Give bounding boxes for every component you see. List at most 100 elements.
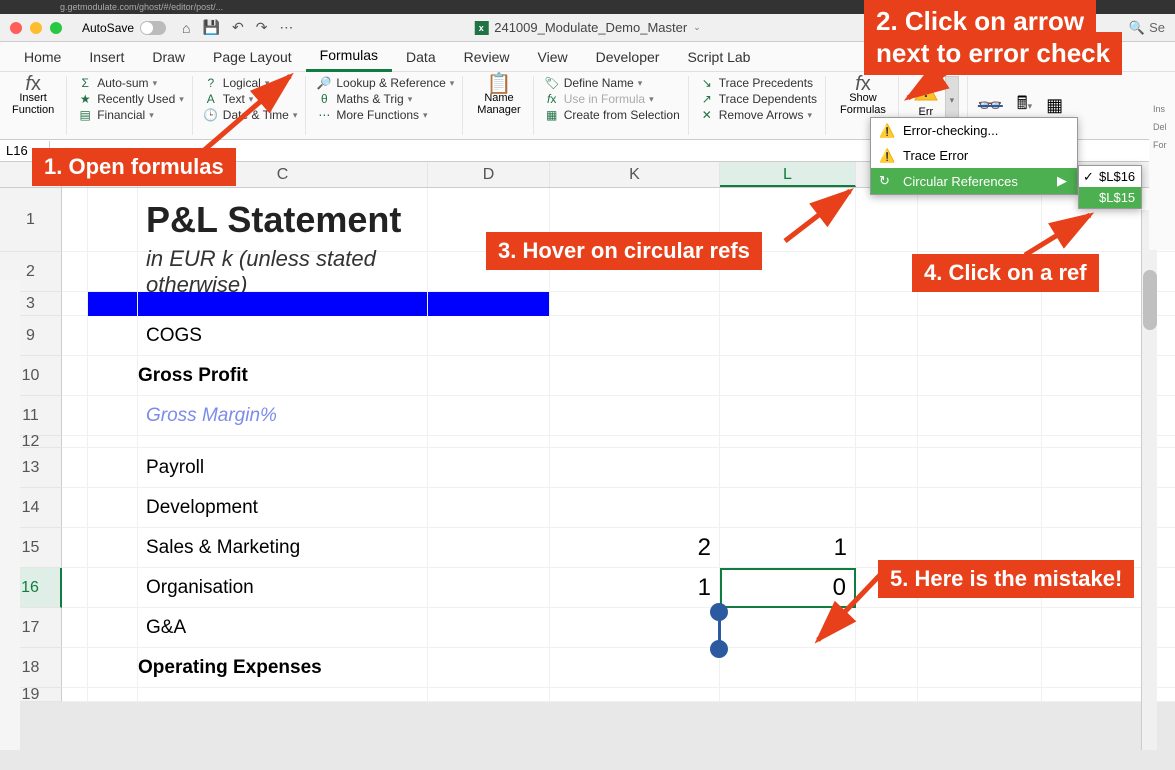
cell-L9[interactable] bbox=[720, 316, 856, 356]
calculation-options-icon[interactable]: 🖩▾ bbox=[1017, 91, 1032, 121]
cell-C14[interactable]: Development bbox=[138, 488, 428, 528]
more-functions-button[interactable]: ⋯More Functions▾ bbox=[316, 108, 454, 122]
cell-B13[interactable] bbox=[88, 448, 138, 488]
col-header-K[interactable]: K bbox=[550, 162, 720, 187]
remove-arrows-button[interactable]: ✕Remove Arrows▾ bbox=[699, 108, 817, 122]
watch-window-icon[interactable]: 👓 bbox=[978, 93, 1003, 118]
vertical-scrollbar[interactable] bbox=[1141, 210, 1157, 750]
financial-button[interactable]: ▤Financial▾ bbox=[77, 108, 184, 122]
cell-C13[interactable]: Payroll bbox=[138, 448, 428, 488]
cell-O13[interactable] bbox=[1042, 448, 1154, 488]
cell-A18[interactable] bbox=[62, 648, 88, 688]
document-title[interactable]: x 241009_Modulate_Demo_Master ⌄ bbox=[474, 20, 701, 35]
cell-O9[interactable] bbox=[1042, 316, 1154, 356]
col-header-L[interactable]: L bbox=[720, 162, 856, 187]
cell-A15[interactable] bbox=[62, 528, 88, 568]
close-window-button[interactable] bbox=[10, 22, 22, 34]
lookup-ref-button[interactable]: 🔎Lookup & Reference▾ bbox=[316, 76, 454, 90]
cell-D9[interactable] bbox=[428, 316, 550, 356]
cell-C9[interactable]: COGS bbox=[138, 316, 428, 356]
insert-function-button[interactable]: fx Insert Function bbox=[8, 76, 58, 118]
cell-A3[interactable] bbox=[62, 292, 88, 316]
cell-D13[interactable] bbox=[428, 448, 550, 488]
cell-L3[interactable] bbox=[720, 292, 856, 316]
cell-M2[interactable] bbox=[856, 252, 918, 292]
cell-K19[interactable] bbox=[550, 688, 720, 702]
cell-O14[interactable] bbox=[1042, 488, 1154, 528]
scroll-thumb[interactable] bbox=[1143, 270, 1157, 330]
tab-script-lab[interactable]: Script Lab bbox=[673, 43, 764, 71]
tab-view[interactable]: View bbox=[524, 43, 582, 71]
home-icon[interactable]: ⌂ bbox=[182, 20, 190, 36]
save-icon[interactable]: 💾 bbox=[203, 19, 220, 36]
cell-N3[interactable] bbox=[918, 292, 1042, 316]
show-formulas-button[interactable]: fx Show Formulas bbox=[836, 76, 890, 118]
cell-B15[interactable] bbox=[88, 528, 138, 568]
cell-B10[interactable] bbox=[88, 356, 138, 396]
cell-N12[interactable] bbox=[918, 436, 1042, 448]
tab-home[interactable]: Home bbox=[10, 43, 75, 71]
cell-C1[interactable]: P&L Statement bbox=[138, 188, 428, 252]
cell-M14[interactable] bbox=[856, 488, 918, 528]
cell-B16[interactable] bbox=[88, 568, 138, 608]
cell-M19[interactable] bbox=[856, 688, 918, 702]
cell-D18[interactable] bbox=[428, 648, 550, 688]
cell-A19[interactable] bbox=[62, 688, 88, 702]
cell-O3[interactable] bbox=[1042, 292, 1154, 316]
cell-M3[interactable] bbox=[856, 292, 918, 316]
cell-O11[interactable] bbox=[1042, 396, 1154, 436]
cell-A16[interactable] bbox=[62, 568, 88, 608]
cell-A14[interactable] bbox=[62, 488, 88, 528]
ref-item-L16[interactable]: $L$16 bbox=[1079, 166, 1141, 187]
cell-M1[interactable] bbox=[856, 188, 918, 252]
cell-M13[interactable] bbox=[856, 448, 918, 488]
cell-K18[interactable] bbox=[550, 648, 720, 688]
cell-L18[interactable] bbox=[720, 648, 856, 688]
cell-N14[interactable] bbox=[918, 488, 1042, 528]
cell-D19[interactable] bbox=[428, 688, 550, 702]
cell-C2[interactable]: in EUR k (unless stated otherwise) bbox=[138, 252, 428, 292]
cell-A2[interactable] bbox=[62, 252, 88, 292]
cell-B18[interactable] bbox=[88, 648, 138, 688]
cell-D17[interactable] bbox=[428, 608, 550, 648]
undo-icon[interactable]: ↶ bbox=[232, 19, 244, 36]
create-from-selection-button[interactable]: ▦Create from Selection bbox=[544, 108, 680, 122]
cell-N11[interactable] bbox=[918, 396, 1042, 436]
tab-developer[interactable]: Developer bbox=[582, 43, 674, 71]
tab-draw[interactable]: Draw bbox=[138, 43, 199, 71]
minimize-window-button[interactable] bbox=[30, 22, 42, 34]
cell-B9[interactable] bbox=[88, 316, 138, 356]
maximize-window-button[interactable] bbox=[50, 22, 62, 34]
cell-O12[interactable] bbox=[1042, 436, 1154, 448]
cell-C16[interactable]: Organisation bbox=[138, 568, 428, 608]
trace-dependents-button[interactable]: ↗Trace Dependents bbox=[699, 92, 817, 106]
cell-L11[interactable] bbox=[720, 396, 856, 436]
tab-formulas[interactable]: Formulas bbox=[306, 41, 392, 72]
cell-A9[interactable] bbox=[62, 316, 88, 356]
more-icon[interactable]: ⋯ bbox=[279, 19, 293, 36]
cell-B3[interactable] bbox=[88, 292, 138, 316]
cell-N10[interactable] bbox=[918, 356, 1042, 396]
menu-trace-error[interactable]: ⚠️ Trace Error bbox=[871, 143, 1077, 168]
maths-trig-button[interactable]: θMaths & Trig▾ bbox=[316, 92, 454, 106]
cell-N13[interactable] bbox=[918, 448, 1042, 488]
cell-C11[interactable]: Gross Margin% bbox=[138, 396, 428, 436]
cell-D10[interactable] bbox=[428, 356, 550, 396]
cell-B12[interactable] bbox=[88, 436, 138, 448]
cell-K16[interactable]: 1 bbox=[550, 568, 720, 608]
cell-K9[interactable] bbox=[550, 316, 720, 356]
cell-D15[interactable] bbox=[428, 528, 550, 568]
cell-C17[interactable]: G&A bbox=[138, 608, 428, 648]
cell-M12[interactable] bbox=[856, 436, 918, 448]
cell-O19[interactable] bbox=[1042, 688, 1154, 702]
cell-K12[interactable] bbox=[550, 436, 720, 448]
search-button[interactable]: 🔍 Se bbox=[1129, 20, 1165, 36]
cell-L14[interactable] bbox=[720, 488, 856, 528]
cell-M10[interactable] bbox=[856, 356, 918, 396]
menu-circular-references[interactable]: ↻ Circular References ▶ bbox=[871, 168, 1077, 194]
cell-C10[interactable]: Gross Profit bbox=[138, 356, 428, 396]
cell-N18[interactable] bbox=[918, 648, 1042, 688]
cell-K10[interactable] bbox=[550, 356, 720, 396]
recently-used-button[interactable]: ★Recently Used▾ bbox=[77, 92, 184, 106]
cell-A10[interactable] bbox=[62, 356, 88, 396]
